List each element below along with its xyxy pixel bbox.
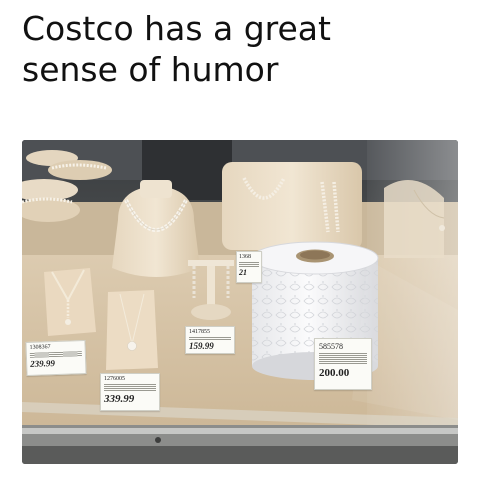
pendant-card-left bbox=[44, 268, 96, 336]
caption-line-2: sense of humor bbox=[22, 50, 279, 89]
price-tag-back-code: 1368 bbox=[239, 254, 251, 260]
price-tag-pendant-code: 1276005 bbox=[104, 376, 125, 382]
caption-line-1: Costco has a great bbox=[22, 9, 331, 48]
price-tag-earrings-price: 159.99 bbox=[189, 341, 214, 351]
price-tag-pendant-fineprint bbox=[104, 384, 156, 392]
meme-caption: Costco has a great sense of humor bbox=[22, 8, 462, 90]
price-tag-pendant: 1276005 339.99 bbox=[100, 373, 160, 411]
price-tag-toilet-paper-fineprint bbox=[319, 353, 367, 365]
pendant-card-middle bbox=[106, 290, 158, 370]
price-tag-earrings-fineprint bbox=[189, 337, 231, 340]
price-tag-back-price: 21 bbox=[239, 268, 247, 277]
price-tag-toilet-paper-code: 585578 bbox=[319, 342, 343, 351]
price-tag-toilet-paper: 585578 200.00 bbox=[314, 338, 372, 390]
price-tag-pendant-price: 339.99 bbox=[104, 393, 135, 405]
price-tag-earrings: 1417855 159.99 bbox=[185, 326, 235, 354]
price-tag-earrings-code: 1417855 bbox=[189, 329, 210, 335]
price-tag-back: 1368 21 bbox=[236, 251, 262, 283]
price-tag-back-fineprint bbox=[239, 262, 259, 267]
photo: 1368 21 1417855 159.99 1308367 239.99 12… bbox=[22, 140, 458, 464]
price-tag-left-small: 1308367 239.99 bbox=[25, 339, 87, 377]
price-tag-toilet-paper-price: 200.00 bbox=[319, 367, 350, 379]
jewelry-display-case-scene bbox=[22, 140, 458, 464]
price-tag-left-small-price: 239.99 bbox=[30, 358, 56, 369]
